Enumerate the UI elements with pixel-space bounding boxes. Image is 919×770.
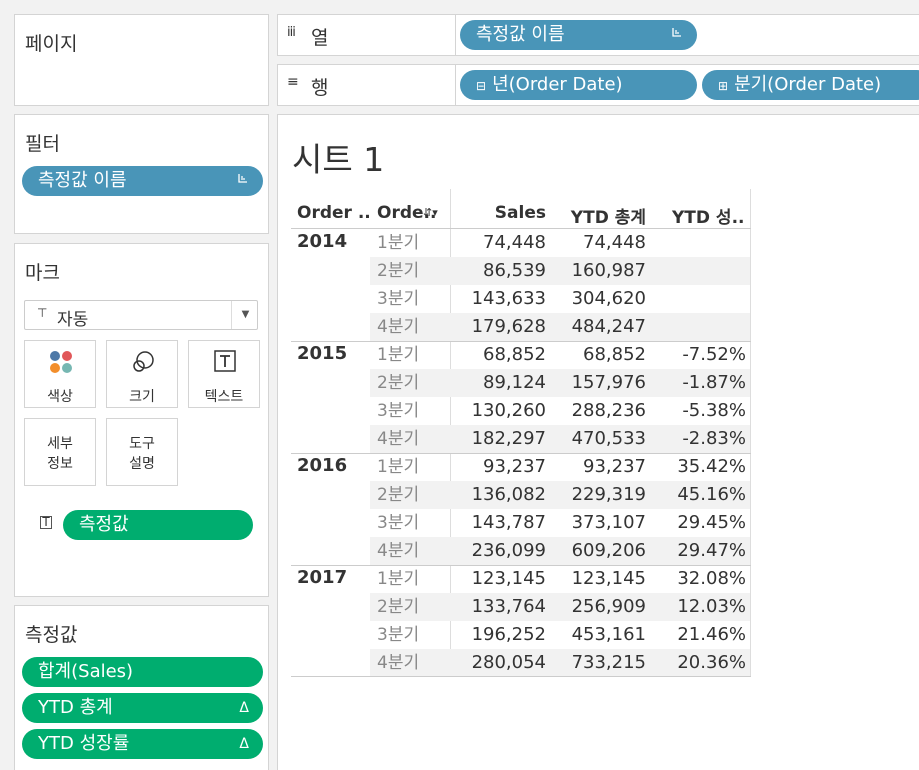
columns-pill-label: 측정값 이름 bbox=[476, 24, 565, 45]
delta-icon: Δ bbox=[239, 700, 249, 716]
measure-pill-label: 합계(Sales) bbox=[38, 661, 134, 682]
chevron-down-icon: ▼ bbox=[231, 301, 259, 329]
rows-pill-quarter[interactable]: ⊞ 분기(Order Date) bbox=[702, 70, 919, 100]
sort-icon bbox=[237, 166, 249, 196]
measure-pill-sales[interactable]: 합계(Sales) bbox=[22, 657, 263, 687]
filters-panel-title: 필터 bbox=[25, 133, 60, 155]
sort-icon bbox=[671, 20, 683, 50]
expand-icon: ⊞ bbox=[718, 79, 729, 93]
filter-pill-label: 측정값 이름 bbox=[38, 170, 127, 191]
measure-pill-ytd-total[interactable]: YTD 총계 Δ bbox=[22, 693, 263, 723]
mark-card-label-line1: 도구 bbox=[129, 436, 155, 452]
filter-pill-measure-names[interactable]: 측정값 이름 bbox=[22, 166, 263, 196]
shelf-divider bbox=[455, 65, 456, 105]
mark-type-value: 자동 bbox=[57, 310, 89, 330]
columns-shelf: iii 열 측정값 이름 bbox=[277, 14, 919, 56]
shelf-divider bbox=[455, 15, 456, 55]
rows-shelf: ≡ 행 ⊟ 년(Order Date) ⊞ 분기(Order Date) bbox=[277, 64, 919, 106]
size-icon bbox=[131, 350, 155, 378]
text-mark-icon: ⊤ bbox=[37, 306, 48, 320]
marks-pill-measure-values[interactable]: 측정값 bbox=[63, 510, 253, 540]
marks-panel: 마크 ⊤ 자동 ▼ 색상 크기 텍스트 세부 정보 도구 설명 T 측정값 bbox=[14, 243, 269, 597]
text-mark-icon: T bbox=[40, 516, 52, 529]
filters-panel: 필터 측정값 이름 bbox=[14, 114, 269, 234]
mark-card-size[interactable]: 크기 bbox=[106, 340, 178, 408]
rows-icon: ≡ bbox=[287, 74, 299, 90]
marks-pill-label: 측정값 bbox=[79, 514, 129, 535]
measure-pill-label: YTD 총계 bbox=[38, 697, 113, 718]
worksheet-view: 시트 1 bbox=[277, 114, 919, 770]
mark-card-label-line2: 정보 bbox=[47, 456, 73, 472]
mark-card-tooltip[interactable]: 도구 설명 bbox=[106, 418, 178, 486]
color-icon bbox=[49, 350, 73, 378]
mark-card-label: 텍스트 bbox=[204, 389, 244, 405]
mark-card-label-line2: 설명 bbox=[129, 456, 155, 472]
pages-panel: 페이지 bbox=[14, 14, 269, 106]
measure-values-panel: 측정값 합계(Sales) YTD 총계 Δ YTD 성장률 Δ bbox=[14, 605, 269, 770]
marks-panel-title: 마크 bbox=[25, 262, 60, 284]
mark-type-dropdown[interactable]: ⊤ 자동 ▼ bbox=[24, 300, 258, 330]
rows-shelf-label: 행 bbox=[311, 77, 329, 99]
columns-icon: iii bbox=[287, 25, 296, 40]
mark-card-detail[interactable]: 세부 정보 bbox=[24, 418, 96, 486]
mark-card-label: 색상 bbox=[47, 389, 73, 405]
mark-card-text[interactable]: 텍스트 bbox=[188, 340, 260, 408]
mark-card-label: 크기 bbox=[129, 389, 155, 405]
columns-shelf-label: 열 bbox=[311, 27, 329, 49]
text-icon bbox=[214, 350, 236, 376]
sheet-title: 시트 1 bbox=[292, 140, 385, 179]
measure-values-panel-title: 측정값 bbox=[25, 624, 78, 646]
rows-pill-year[interactable]: ⊟ 년(Order Date) bbox=[460, 70, 697, 100]
columns-pill-measure-names[interactable]: 측정값 이름 bbox=[460, 20, 697, 50]
delta-icon: Δ bbox=[239, 736, 249, 752]
measure-pill-label: YTD 성장률 bbox=[38, 733, 130, 754]
measure-pill-ytd-growth[interactable]: YTD 성장률 Δ bbox=[22, 729, 263, 759]
mark-card-label-line1: 세부 bbox=[47, 436, 73, 452]
rows-pill-label: 년(Order Date) bbox=[492, 74, 623, 95]
mark-card-color[interactable]: 색상 bbox=[24, 340, 96, 408]
rows-pill-label: 분기(Order Date) bbox=[734, 74, 882, 95]
collapse-icon: ⊟ bbox=[476, 79, 487, 93]
pages-panel-title: 페이지 bbox=[25, 33, 78, 55]
